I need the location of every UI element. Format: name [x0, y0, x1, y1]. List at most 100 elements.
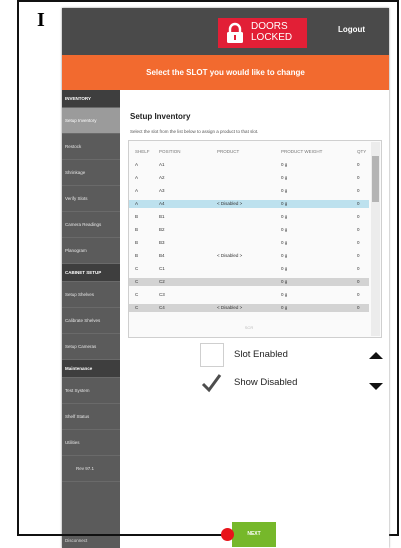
callout-dot: [221, 528, 234, 541]
sidebar-section-maintenance: Maintenance: [62, 360, 120, 378]
table-cell: 0 g: [281, 227, 288, 232]
table-row[interactable]: C C3 0 g 0: [129, 291, 369, 299]
table-cell: C1: [159, 266, 165, 271]
column-header-product: PRODUCT: [217, 149, 240, 154]
sidebar-item-restock[interactable]: Restock: [62, 134, 120, 160]
table-cell: 0 g: [281, 279, 288, 284]
sidebar-item-setup-shelves[interactable]: Setup Shelves: [62, 282, 120, 308]
table-cell: A3: [159, 188, 165, 193]
table-cell: 0: [357, 253, 360, 258]
arrow-up-icon[interactable]: [369, 352, 383, 359]
table-cell: B: [135, 240, 139, 245]
table-row[interactable]: C C1 0 g 0: [129, 265, 369, 273]
sidebar-item-planogram[interactable]: Planogram: [62, 238, 120, 264]
kiosk-screen: DOORS LOCKED Logout Select the SLOT you …: [62, 8, 389, 548]
table-cell: 0: [357, 227, 360, 232]
table-scrollbar[interactable]: [371, 142, 380, 336]
table-cell: C3: [159, 292, 165, 297]
table-cell: B: [135, 227, 139, 232]
table-cell: A4: [159, 201, 165, 206]
sidebar-section-cabinet-setup: CABINET SETUP: [62, 264, 120, 282]
table-cell: 0: [357, 240, 360, 245]
figure-frame-right: [397, 0, 399, 536]
sidebar-item-verify-slots[interactable]: Verify Slots: [62, 186, 120, 212]
table-cell: A: [135, 175, 139, 180]
main-panel: Setup Inventory Select the slot from the…: [120, 90, 389, 548]
table-cell: 0: [357, 175, 360, 180]
table-cell: < Disabled >: [217, 305, 243, 310]
table-cell: 0: [357, 162, 360, 167]
table-row[interactable]: B B3 0 g 0: [129, 239, 369, 247]
sidebar-disconnect[interactable]: Disconnect: [62, 538, 123, 543]
table-cell: B: [135, 214, 139, 219]
next-button[interactable]: NEXT: [232, 522, 276, 547]
table-cell: 0: [357, 266, 360, 271]
table-row[interactable]: B B4 < Disabled > 0 g 0: [129, 252, 369, 260]
table-cell: 0 g: [281, 201, 288, 206]
table-cell: 0 g: [281, 175, 288, 180]
table-cell: 0 g: [281, 240, 288, 245]
table-cell: 0: [357, 305, 360, 310]
logout-button[interactable]: Logout: [338, 25, 365, 34]
arrow-down-icon[interactable]: [369, 383, 383, 390]
sidebar-item-test-system[interactable]: Test System: [62, 378, 120, 404]
sidebar-item-shrinkage[interactable]: Shrinkage: [62, 160, 120, 186]
table-cell: 0: [357, 188, 360, 193]
column-header-qty: QTY: [357, 149, 367, 154]
table-cell: B1: [159, 214, 165, 219]
table-footer: SCR: [244, 325, 254, 330]
figure-frame-top: [17, 0, 399, 2]
sidebar-item-calibrate-shelves[interactable]: Calibrate Shelves: [62, 308, 120, 334]
table-cell: C4: [159, 305, 165, 310]
inventory-table: SHELF POSITION PRODUCT PRODUCT WEIGHT QT…: [128, 140, 382, 338]
table-cell: 0 g: [281, 188, 288, 193]
figure-frame-left: [17, 0, 19, 536]
sidebar: INVENTORY Setup Inventory Restock Shrink…: [62, 90, 120, 548]
column-header-shelf: SHELF: [135, 149, 150, 154]
table-cell: C: [135, 305, 139, 310]
padlock-icon: [227, 22, 243, 43]
page-title: Setup Inventory: [130, 112, 191, 121]
sidebar-item-camera-readings[interactable]: Camera Readings: [62, 212, 120, 238]
sidebar-section-inventory: INVENTORY: [62, 90, 120, 108]
table-row[interactable]: C C4 < Disabled > 0 g 0: [129, 304, 369, 312]
door-status-line1: DOORS: [251, 21, 288, 32]
table-cell: 0 g: [281, 162, 288, 167]
table-cell: C: [135, 279, 139, 284]
table-row[interactable]: A A4 < Disabled > 0 g 0: [129, 200, 369, 208]
scrollbar-thumb[interactable]: [372, 156, 379, 202]
table-cell: A1: [159, 162, 165, 167]
table-row[interactable]: C C2 0 g 0: [129, 278, 369, 286]
table-cell: C2: [159, 279, 165, 284]
sidebar-item-setup-inventory[interactable]: Setup Inventory: [62, 108, 120, 134]
table-cell: A: [135, 162, 139, 167]
table-row[interactable]: B B1 0 g 0: [129, 213, 369, 221]
sidebar-item-utilities[interactable]: Utilities: [62, 430, 120, 456]
column-header-weight: PRODUCT WEIGHT: [281, 149, 323, 154]
table-row[interactable]: B B2 0 g 0: [129, 226, 369, 234]
column-header-position: POSITION: [159, 149, 181, 154]
table-header: SHELF POSITION PRODUCT PRODUCT WEIGHT QT…: [129, 145, 369, 159]
door-status-line2: LOCKED: [251, 32, 293, 43]
table-cell: 0 g: [281, 292, 288, 297]
slot-enabled-checkbox[interactable]: [200, 343, 224, 367]
table-row[interactable]: A A3 0 g 0: [129, 187, 369, 195]
table-cell: 0: [357, 214, 360, 219]
table-cell: B: [135, 253, 139, 258]
table-row[interactable]: A A2 0 g 0: [129, 174, 369, 182]
table-cell: C: [135, 292, 139, 297]
table-cell: A: [135, 201, 139, 206]
table-row[interactable]: A A1 0 g 0: [129, 161, 369, 169]
show-disabled-label: Show Disabled: [234, 377, 298, 388]
checkmark-icon[interactable]: [200, 372, 222, 394]
table-cell: 0: [357, 201, 360, 206]
instruction-banner: Select the SLOT you would like to change: [62, 55, 389, 90]
door-status-text: DOORS LOCKED: [251, 21, 292, 43]
sidebar-item-setup-cameras[interactable]: Setup Cameras: [62, 334, 120, 360]
table-cell: < Disabled >: [217, 201, 243, 206]
table-cell: C: [135, 266, 139, 271]
table-cell: 0 g: [281, 266, 288, 271]
table-cell: B4: [159, 253, 165, 258]
sidebar-item-shelf-status[interactable]: Shelf Status: [62, 404, 120, 430]
door-status-badge: DOORS LOCKED: [218, 18, 307, 48]
